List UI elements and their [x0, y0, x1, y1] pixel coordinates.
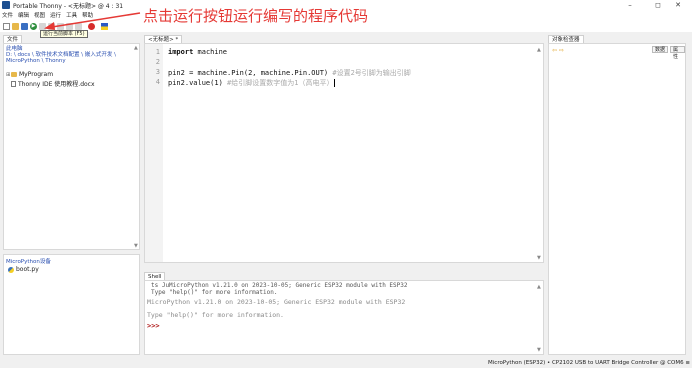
annotation-text: 点击运行按钮运行编写的程序代码 [143, 7, 369, 25]
file-name: Thonny IDE 使用教程.docx [18, 81, 95, 88]
code-text: pin2 = machine.Pin(2, machine.Pin.OUT) [168, 69, 333, 77]
shell-output-line: ts JuMicroPython v1.21.0 on 2023-10-05; … [151, 282, 408, 289]
code-line: pin2.value(1) #给引脚设置数字值为1（高电平） [168, 78, 336, 88]
scroll-up-icon[interactable]: ▲ [537, 284, 541, 290]
line-number: 2 [155, 58, 160, 66]
back-forward-icon[interactable]: ⇦ ⇨ [552, 47, 564, 54]
status-bar[interactable]: MicroPython (ESP32) • CP2102 USB to UART… [0, 358, 692, 368]
data-button[interactable]: 数据 [652, 46, 669, 53]
document-icon [11, 80, 16, 87]
shell-console[interactable]: ts JuMicroPython v1.21.0 on 2023-10-05; … [144, 280, 544, 355]
text-cursor [334, 79, 336, 87]
code-keyword: import [168, 48, 194, 56]
tab-untitled[interactable]: <无标题> * [144, 35, 183, 43]
code-comment: #给引脚设置数字值为1（高电平） [227, 79, 334, 87]
tab-shell[interactable]: Shell [144, 272, 166, 280]
path-segment[interactable]: MicroPython \ Thonny [6, 58, 126, 64]
scroll-down-icon[interactable]: ▼ [134, 243, 138, 249]
file-name: boot.py [16, 266, 39, 273]
line-number: 3 [155, 68, 160, 76]
list-item-docx[interactable]: Thonny IDE 使用教程.docx [6, 79, 95, 88]
micropython-header[interactable]: MicroPython设备 [6, 257, 51, 265]
shell-output-line: Type "help()" for more information. [151, 289, 278, 296]
tab-object-inspector[interactable]: 对象检查器 [548, 35, 584, 43]
code-text: machine [193, 48, 228, 56]
shell-output-line: MicroPython v1.21.0 on 2023-10-05; Gener… [147, 298, 406, 306]
code-line: pin2 = machine.Pin(2, machine.Pin.OUT) #… [168, 68, 411, 78]
line-number: 4 [155, 78, 160, 86]
folder-icon [11, 72, 17, 77]
code-text: pin2.value(1) [168, 79, 228, 87]
scroll-up-icon[interactable]: ▲ [134, 45, 138, 51]
object-inspector-panel: ⇦ ⇨ 数据 属性 [548, 43, 686, 355]
code-comment: #设置2号引脚为输出引脚 [332, 69, 411, 77]
shell-prompt[interactable]: >>> [147, 322, 160, 330]
python-file-icon [8, 266, 14, 273]
shell-output-line: Type "help()" for more information. [147, 311, 284, 319]
list-item-boot[interactable]: boot.py [8, 266, 39, 273]
attributes-button[interactable]: 属性 [670, 46, 685, 60]
scroll-up-icon[interactable]: ▲ [537, 47, 541, 53]
files-location: 此电脑 D: \ docs \ 软件技术文档配置 \ 嵌入式开发 \ Micro… [6, 46, 126, 64]
scroll-down-icon[interactable]: ▼ [537, 347, 541, 353]
code-editor[interactable]: 1 2 3 4 import machine pin2 = machine.Pi… [144, 43, 544, 263]
file-name: MyProgram [19, 71, 54, 78]
list-item-myprogram[interactable]: ⊞ MyProgram [6, 71, 53, 78]
tab-files[interactable]: 文件 [3, 35, 23, 43]
line-number-gutter: 1 2 3 4 [145, 44, 163, 262]
scroll-down-icon[interactable]: ▼ [537, 255, 541, 261]
code-line: import machine [168, 48, 227, 56]
line-number: 1 [155, 48, 160, 56]
